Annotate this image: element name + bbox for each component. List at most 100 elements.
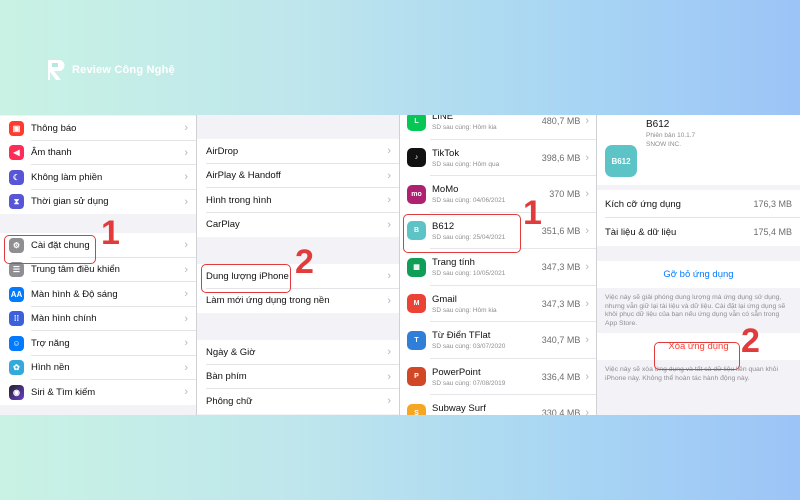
- settings-item-label: Thời gian sử dụng: [31, 196, 109, 208]
- data-size-row: Tài liệu & dữ liệu 175,4 MB: [597, 218, 800, 246]
- app-row-name: TikTok: [432, 147, 460, 159]
- settings-group-1: ▣ Thông báo › ◀ Âm thanh › ☾ Không làm p…: [0, 116, 196, 214]
- chevron-right-icon: ›: [585, 224, 589, 237]
- step-number: 1: [523, 194, 542, 232]
- b612-app-icon: B612: [605, 145, 637, 177]
- offload-app-button[interactable]: Gỡ bỏ ứng dụng: [597, 261, 800, 288]
- settings-item-notifications[interactable]: ▣ Thông báo ›: [0, 116, 196, 141]
- app-row[interactable]: ♪ TikTok SD sau cùng: Hôm qua 398,6 MB ›: [400, 140, 596, 177]
- app-size-row: Kích cỡ ứng dụng 176,3 MB: [597, 190, 800, 218]
- settings-panel: ▣ Thông báo › ◀ Âm thanh › ☾ Không làm p…: [0, 115, 197, 415]
- accessibility-icon: ☺: [9, 335, 24, 351]
- settings-item-label: Thông báo: [31, 122, 77, 134]
- sheets-app-icon: ▦: [407, 257, 426, 277]
- settings-item-screen-time[interactable]: ⧗ Thời gian sử dụng ›: [0, 190, 196, 215]
- chevron-right-icon: ›: [184, 195, 188, 208]
- app-version: Phiên bản 10.1.7: [646, 132, 696, 139]
- offload-note: Việc này sẽ giải phóng dung lượng mà ứng…: [605, 294, 786, 327]
- settings-item-accessibility[interactable]: ☺ Trợ năng ›: [0, 331, 196, 356]
- line-app-icon: L: [407, 115, 426, 131]
- app-name: B612: [646, 119, 670, 130]
- app-row-name: LINE: [432, 115, 454, 123]
- display-icon: AA: [9, 286, 24, 302]
- settings-item-label: Màn hình & Độ sáng: [31, 288, 118, 300]
- chevron-right-icon: ›: [387, 346, 391, 359]
- settings-item-label: Màn hình chính: [31, 313, 97, 325]
- app-header: B612 B612 Phiên bản 10.1.7 SNOW INC.: [597, 115, 800, 185]
- app-detail-panel: B612 B612 Phiên bản 10.1.7 SNOW INC. Kíc…: [597, 115, 800, 415]
- general-item-fonts[interactable]: Phông chữ ›: [197, 389, 399, 414]
- app-list: L LINE SD sau cùng: Hôm kia 480,7 MB › ♪ TikTo…: [400, 115, 596, 415]
- general-item-label: AirDrop: [206, 145, 239, 157]
- highlight-box: [4, 235, 96, 264]
- app-row[interactable]: M Gmail SD sau cùng: Hôm kia 347,3 MB ›: [400, 286, 596, 323]
- chevron-right-icon: ›: [387, 270, 391, 283]
- step-number: 2: [741, 322, 760, 360]
- chevron-right-icon: ›: [387, 370, 391, 383]
- app-row-size: 347,3 MB: [541, 298, 581, 309]
- app-row-name: Gmail: [432, 293, 457, 305]
- wallpaper-icon: ✿: [9, 360, 24, 376]
- general-item-label: Làm mới ứng dụng trong nền: [206, 295, 330, 307]
- general-item-label: CarPlay: [206, 219, 240, 231]
- chevron-right-icon: ›: [387, 145, 391, 158]
- app-row-size: 340,7 MB: [541, 335, 581, 346]
- chevron-right-icon: ›: [387, 218, 391, 231]
- brand-name: Review Công Nghệ: [72, 64, 175, 76]
- app-row[interactable]: mo MoMo SD sau cùng: 04/06/2021 370 MB ›: [400, 176, 596, 213]
- step-number: 1: [101, 214, 120, 252]
- highlight-box: [403, 214, 521, 253]
- app-row-last-used: SD sau cùng: 10/05/2021: [432, 270, 506, 278]
- app-row-name: Subway Surf: [432, 403, 486, 415]
- chevron-right-icon: ›: [585, 334, 589, 347]
- app-row[interactable]: ▦ Trang tính SD sau cùng: 10/05/2021 347,3 …: [400, 249, 596, 286]
- settings-item-siri[interactable]: ◉ Siri & Tìm kiếm ›: [0, 380, 196, 405]
- tiktok-app-icon: ♪: [407, 148, 426, 168]
- settings-item-label: Trung tâm điều khiển: [31, 264, 120, 276]
- general-group-1: AirDrop › AirPlay & Handoff › Hình trong…: [197, 139, 399, 237]
- chevron-right-icon: ›: [585, 297, 589, 310]
- powerpoint-app-icon: P: [407, 367, 426, 387]
- app-row[interactable]: SSubway SurfSD sau cùng: 17/05/2021330,4…: [400, 395, 596, 415]
- chevron-right-icon: ›: [184, 146, 188, 159]
- settings-item-sounds[interactable]: ◀ Âm thanh ›: [0, 141, 196, 166]
- chevron-right-icon: ›: [184, 263, 188, 276]
- app-row-size: 351,6 MB: [541, 225, 581, 236]
- general-item-pip[interactable]: Hình trong hình ›: [197, 188, 399, 213]
- chevron-right-icon: ›: [585, 188, 589, 201]
- settings-item-display[interactable]: AA Màn hình & Độ sáng ›: [0, 282, 196, 307]
- general-item-label: Ngày & Giờ: [206, 346, 256, 358]
- app-row-name: Trang tính: [432, 257, 475, 269]
- notification-icon: ▣: [9, 120, 24, 136]
- app-row[interactable]: T Từ Điển TFlat SD sau cùng: 03/07/2020 340…: [400, 322, 596, 359]
- chevron-right-icon: ›: [184, 312, 188, 325]
- step-number: 2: [295, 243, 314, 281]
- control-center-icon: ☰: [9, 262, 24, 278]
- highlight-box: [654, 342, 740, 370]
- app-row-size: 370 MB: [549, 189, 581, 200]
- app-row[interactable]: L LINE SD sau cùng: Hôm kia 480,7 MB ›: [400, 115, 596, 140]
- chevron-right-icon: ›: [387, 194, 391, 207]
- storage-panel: L LINE SD sau cùng: Hôm kia 480,7 MB › ♪ TikTo…: [400, 115, 597, 415]
- settings-item-wallpaper[interactable]: ✿ Hình nền ›: [0, 356, 196, 381]
- chevron-right-icon: ›: [184, 122, 188, 135]
- gmail-app-icon: M: [407, 294, 426, 314]
- data-size-label: Tài liệu & dữ liệu: [605, 226, 677, 238]
- app-row-last-used: SD sau cùng: 07/08/2019: [432, 379, 506, 387]
- app-row-size: 330,4 MB: [541, 408, 581, 415]
- app-row-last-used: SD sau cùng: Hôm kia: [432, 306, 497, 314]
- chevron-right-icon: ›: [585, 407, 589, 415]
- chevron-right-icon: ›: [184, 171, 188, 184]
- settings-item-label: Siri & Tìm kiếm: [31, 386, 96, 398]
- app-row-last-used: SD sau cùng: 03/07/2020: [432, 343, 506, 351]
- general-item-airplay[interactable]: AirPlay & Handoff ›: [197, 164, 399, 189]
- general-item-keyboard[interactable]: Bàn phím ›: [197, 365, 399, 390]
- general-item-airdrop[interactable]: AirDrop ›: [197, 139, 399, 164]
- settings-item-home-screen[interactable]: ⁞⁞ Màn hình chính ›: [0, 307, 196, 332]
- app-row[interactable]: P PowerPoint SD sau cùng: 07/08/2019 336,4 …: [400, 359, 596, 396]
- settings-item-dnd[interactable]: ☾ Không làm phiền ›: [0, 165, 196, 190]
- general-group-3: Ngày & Giờ › Bàn phím › Phông chữ ›: [197, 340, 399, 414]
- general-item-date-time[interactable]: Ngày & Giờ ›: [197, 340, 399, 365]
- settings-item-label: Âm thanh: [31, 147, 72, 159]
- general-item-carplay[interactable]: CarPlay ›: [197, 213, 399, 238]
